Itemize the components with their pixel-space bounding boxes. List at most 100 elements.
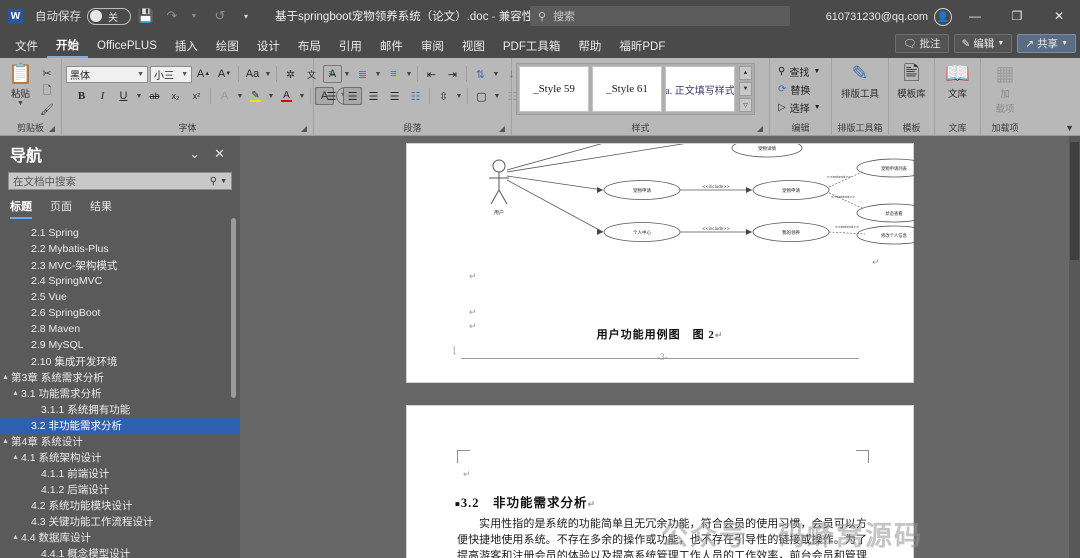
- nav-heading-item[interactable]: 3.2 非功能需求分析: [0, 417, 240, 433]
- nav-heading-item[interactable]: 4.4.1 概念模型设计: [0, 545, 240, 558]
- find-button[interactable]: ⚲ 查找 ▼: [778, 63, 821, 80]
- copy-icon[interactable]: 🗋: [37, 82, 57, 100]
- chevron-down-icon[interactable]: ▼: [455, 93, 463, 100]
- chevron-down-icon[interactable]: ▼: [374, 71, 382, 78]
- nav-heading-item[interactable]: 4.3 关键功能工作流程设计: [0, 513, 240, 529]
- change-case-button[interactable]: Aa: [243, 65, 262, 83]
- nav-heading-item[interactable]: 4.2 系统功能模块设计: [0, 497, 240, 513]
- increase-indent-icon[interactable]: ⇥: [443, 65, 462, 83]
- navigation-heading-list[interactable]: 2.1 Spring 2.2 Mybatis-Plus 2.3 MVC-架构模式 2.…: [0, 225, 240, 558]
- nav-tab-results[interactable]: 结果: [90, 198, 112, 219]
- nav-heading-item[interactable]: 4.1.1 前端设计: [0, 465, 240, 481]
- document-scrollbar[interactable]: [1069, 136, 1080, 558]
- nav-heading-item[interactable]: ▲ 第3章 系统需求分析: [0, 369, 240, 385]
- tab-review[interactable]: 审阅: [412, 34, 453, 58]
- chevron-down-icon[interactable]: ▼: [220, 178, 227, 185]
- styles-scroll-down-icon[interactable]: ▼: [739, 82, 752, 96]
- qat-more-icon[interactable]: ▾: [235, 5, 257, 27]
- tab-draw[interactable]: 绘图: [207, 34, 248, 58]
- navigation-search-input[interactable]: 在文档中搜索 ⚲ ▼: [8, 172, 232, 190]
- tab-insert[interactable]: 插入: [166, 34, 207, 58]
- multilevel-list-icon[interactable]: ≡: [384, 65, 403, 83]
- distribute-icon[interactable]: ☷: [406, 87, 425, 105]
- close-button[interactable]: ✕: [1038, 0, 1080, 32]
- nav-heading-item[interactable]: ▲ 4.1 系统架构设计: [0, 449, 240, 465]
- nav-tab-pages[interactable]: 页面: [50, 198, 72, 219]
- tab-file[interactable]: 文件: [6, 34, 47, 58]
- chevron-down-icon[interactable]: ▼: [405, 71, 413, 78]
- text-effects-button[interactable]: A: [215, 87, 234, 105]
- bullets-icon[interactable]: ≡: [322, 65, 341, 83]
- tab-pdf-toolbox[interactable]: PDF工具箱: [494, 34, 570, 58]
- nav-tab-headings[interactable]: 标题: [10, 198, 32, 219]
- expand-caret-icon[interactable]: ▲: [10, 454, 21, 461]
- comments-button[interactable]: 🗨 批注: [895, 34, 949, 53]
- shading-icon[interactable]: ▢: [472, 87, 491, 105]
- chevron-down-icon[interactable]: ▼: [343, 71, 351, 78]
- close-icon[interactable]: ✕: [207, 146, 232, 162]
- minimize-button[interactable]: —: [954, 0, 996, 32]
- nav-heading-item[interactable]: 2.1 Spring: [0, 225, 240, 241]
- align-center-icon[interactable]: ☰: [343, 87, 362, 105]
- nav-heading-item[interactable]: 2.4 SpringMVC: [0, 273, 240, 289]
- styles-scroll-up-icon[interactable]: ▲: [739, 66, 752, 80]
- grow-font-button[interactable]: A ▲: [194, 65, 213, 83]
- tab-officeplus[interactable]: OfficePLUS: [88, 34, 166, 58]
- sort-icon[interactable]: ⇅: [471, 65, 490, 83]
- styles-more-icon[interactable]: ▽: [739, 98, 752, 112]
- search-box[interactable]: ⚲ 搜索: [530, 6, 790, 26]
- font-size-combo[interactable]: 小三 ▼: [150, 65, 192, 83]
- nav-heading-item[interactable]: 2.2 Mybatis-Plus: [0, 241, 240, 257]
- nav-heading-item[interactable]: ▲ 3.1 功能需求分析: [0, 385, 240, 401]
- nav-heading-item[interactable]: 3.1.1 系统拥有功能: [0, 401, 240, 417]
- font-color-button[interactable]: A: [277, 87, 296, 105]
- tab-references[interactable]: 引用: [330, 34, 371, 58]
- select-button[interactable]: ▷ 选择 ▼: [778, 99, 821, 116]
- justify-icon[interactable]: ☰: [385, 87, 404, 105]
- tab-layout[interactable]: 布局: [289, 34, 330, 58]
- italic-button[interactable]: I: [93, 87, 112, 105]
- share-button[interactable]: ↗ 共享 ▼: [1017, 34, 1076, 53]
- style-card-1[interactable]: _Style 61: [592, 66, 662, 112]
- underline-button[interactable]: U: [114, 87, 133, 105]
- expand-caret-icon[interactable]: ▲: [0, 438, 11, 445]
- typeset-tool-button[interactable]: ✎ 排版工具: [837, 61, 883, 100]
- autosave-toggle[interactable]: 关: [87, 7, 131, 25]
- chevron-down-icon[interactable]: ▼: [135, 93, 143, 100]
- navigation-scrollbar-thumb[interactable]: [231, 218, 236, 398]
- tab-view[interactable]: 视图: [453, 34, 494, 58]
- style-card-0[interactable]: _Style 59: [519, 66, 589, 112]
- line-spacing-icon[interactable]: ⇳: [434, 87, 453, 105]
- strikethrough-button[interactable]: ab: [145, 87, 164, 105]
- align-left-icon[interactable]: ☰: [322, 87, 341, 105]
- format-painter-icon[interactable]: 🖌: [37, 100, 57, 118]
- restore-button[interactable]: ❐: [996, 0, 1038, 32]
- undo-icon[interactable]: ↷: [161, 5, 183, 27]
- paste-button[interactable]: 📋 粘贴 ▼: [4, 61, 37, 107]
- save-icon[interactable]: 💾: [135, 5, 157, 27]
- chevron-down-icon[interactable]: ▼: [264, 71, 272, 78]
- editing-mode-button[interactable]: ✎ 编辑 ▼: [953, 34, 1013, 53]
- shrink-font-button[interactable]: A ▼: [215, 65, 234, 83]
- expand-caret-icon[interactable]: ▲: [10, 534, 21, 541]
- expand-caret-icon[interactable]: ▲: [0, 374, 11, 381]
- font-name-combo[interactable]: 黑体 ▼: [66, 65, 148, 83]
- highlight-color-button[interactable]: ✎: [246, 87, 265, 105]
- tab-mailings[interactable]: 邮件: [371, 34, 412, 58]
- chevron-down-icon[interactable]: ▼: [493, 93, 501, 100]
- nav-heading-item[interactable]: 2.3 MVC-架构模式: [0, 257, 240, 273]
- chevron-down-icon[interactable]: ▼: [298, 93, 306, 100]
- styles-dialog-launcher[interactable]: ◢: [757, 122, 763, 135]
- template-library-button[interactable]: 🖹 模板库: [893, 61, 930, 100]
- nav-heading-item[interactable]: ▲ 4.4 数据库设计: [0, 529, 240, 545]
- collapse-ribbon-icon[interactable]: ▼: [1065, 123, 1074, 133]
- nav-heading-item[interactable]: 2.5 Vue: [0, 289, 240, 305]
- chevron-down-icon[interactable]: ▼: [236, 93, 244, 100]
- tab-foxit-pdf[interactable]: 福昕PDF: [610, 34, 674, 58]
- decrease-indent-icon[interactable]: ⇤: [422, 65, 441, 83]
- document-scrollbar-thumb[interactable]: [1070, 142, 1079, 260]
- superscript-button[interactable]: x²: [187, 87, 206, 105]
- chevron-down-icon[interactable]: ▼: [492, 71, 500, 78]
- subscript-button[interactable]: x₂: [166, 87, 185, 105]
- avatar[interactable]: 👤: [934, 8, 952, 26]
